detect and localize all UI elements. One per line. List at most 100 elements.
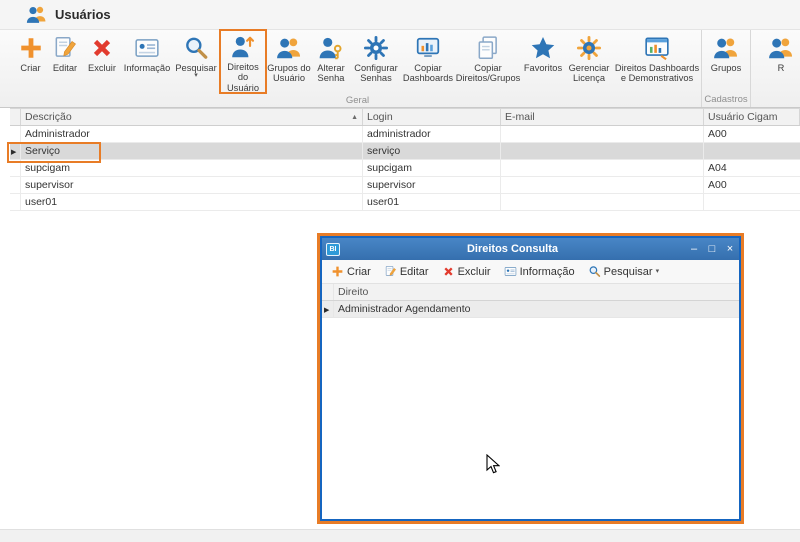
sort-asc-icon: ▲ (351, 113, 358, 121)
configurar-senhas-button[interactable]: Configurar Senhas (351, 30, 401, 93)
favoritos-button[interactable]: Favoritos (521, 30, 565, 93)
dialog-criar-label: Criar (347, 265, 371, 278)
cell-descricao[interactable]: supervisor (21, 177, 363, 193)
dialog-criar-button[interactable]: Criar (331, 265, 371, 278)
cell-descricao[interactable]: supcigam (21, 160, 363, 176)
table-header-row: Descrição ▲ Login E-mail Usuário Cigam (10, 108, 800, 126)
cell-descricao[interactable]: user01 (21, 194, 363, 210)
cell-login[interactable]: serviço (363, 143, 501, 159)
ribbon-group-cadastros: Grupos Cadastros (702, 30, 751, 107)
copy-pages-icon (475, 35, 501, 61)
row-selector: ▶ (10, 143, 21, 159)
dialog-excluir-button[interactable]: Excluir (442, 265, 491, 278)
excluir-button[interactable]: Excluir (83, 30, 121, 93)
partial-button[interactable]: R (751, 30, 800, 93)
cell-email[interactable] (501, 143, 704, 159)
cell-usuario-cigam[interactable]: A04 (704, 160, 800, 176)
cell-descricao[interactable]: Serviço (21, 143, 363, 159)
table-row[interactable]: supervisor supervisor A00 (10, 177, 800, 194)
cell-direito[interactable]: Administrador Agendamento (334, 301, 739, 317)
row-selector (10, 177, 21, 193)
row-selector-header (322, 284, 334, 300)
group-label-partial (751, 93, 800, 107)
table-row[interactable]: user01 user01 (10, 194, 800, 211)
maximize-icon[interactable]: □ (703, 239, 721, 260)
table-row[interactable]: supcigam supcigam A04 (10, 160, 800, 177)
dialog-pesquisar-label: Pesquisar (603, 265, 653, 278)
grupos-do-usuario-button[interactable]: Grupos do Usuário (267, 30, 311, 93)
direitos-dashboards-button[interactable]: Direitos Dashboards e Demonstrativos (613, 30, 701, 93)
dialog-toolbar: Criar Editar Excluir Informação Pesquisa… (322, 260, 739, 284)
direitos-consulta-dialog: BI Direitos Consulta – □ × Criar Editar (320, 236, 741, 521)
favoritos-label: Favoritos (523, 63, 563, 73)
cell-usuario-cigam[interactable]: A00 (704, 126, 800, 142)
dialog-excluir-label: Excluir (457, 265, 491, 278)
cell-email[interactable] (501, 126, 704, 142)
row-selector: ▶ (322, 301, 334, 317)
pesquisar-button[interactable]: Pesquisar ▾ (173, 30, 219, 93)
cell-login[interactable]: supcigam (363, 160, 501, 176)
row-selector (10, 194, 21, 210)
row-selector (10, 160, 21, 176)
column-header-email[interactable]: E-mail (501, 109, 704, 125)
grupos-button[interactable]: Grupos (702, 30, 750, 93)
table-row[interactable]: Administrador administrador A00 (10, 126, 800, 143)
column-header-direito[interactable]: Direito (334, 284, 739, 300)
cell-usuario-cigam[interactable] (704, 143, 800, 159)
bottom-strip (0, 529, 800, 542)
descricao-header-label: Descrição (25, 111, 72, 123)
cell-login[interactable]: administrador (363, 126, 501, 142)
criar-button[interactable]: Criar (14, 30, 47, 93)
cell-login[interactable]: supervisor (363, 177, 501, 193)
cell-email[interactable] (501, 160, 704, 176)
close-icon[interactable]: × (721, 239, 739, 260)
chevron-down-icon[interactable]: ▾ (194, 72, 198, 79)
users-table: Descrição ▲ Login E-mail Usuário Cigam A… (10, 108, 800, 211)
minimize-icon[interactable]: – (685, 239, 703, 260)
excluir-label: Excluir (88, 63, 116, 73)
cell-descricao[interactable]: Administrador (21, 126, 363, 142)
cell-login[interactable]: user01 (363, 194, 501, 210)
dialog-pesquisar-button[interactable]: Pesquisar ▾ (588, 265, 659, 278)
informacao-button[interactable]: Informação (121, 30, 173, 93)
copiar-direitos-grupos-button[interactable]: Copiar Direitos/Grupos (455, 30, 521, 93)
gerenciar-licenca-label: Gerenciar Licença (568, 63, 610, 84)
row-selector-header (10, 109, 21, 125)
column-header-usuario-cigam[interactable]: Usuário Cigam (704, 109, 800, 125)
delete-x-icon (89, 35, 115, 61)
row-marker-icon: ▶ (324, 307, 330, 314)
copiar-dashboards-button[interactable]: Copiar Dashboards (401, 30, 455, 93)
row-selector (10, 126, 21, 142)
column-header-login[interactable]: Login (363, 109, 501, 125)
table-row-selected[interactable]: ▶ Serviço serviço (10, 143, 800, 160)
page-title: Usuários (55, 7, 111, 22)
direitos-dashboards-label: Direitos Dashboards e Demonstrativos (614, 63, 700, 84)
row-marker-icon: ▶ (11, 149, 17, 156)
cell-usuario-cigam[interactable] (704, 194, 800, 210)
plus-icon (18, 35, 44, 61)
direitos-do-usuario-button[interactable]: Direitos do Usuário (219, 29, 267, 94)
cell-email[interactable] (501, 177, 704, 193)
alterar-senha-button[interactable]: Alterar Senha (311, 30, 351, 93)
dialog-editar-button[interactable]: Editar (384, 265, 429, 278)
alterar-senha-label: Alterar Senha (317, 63, 345, 84)
page-header: Usuários (0, 0, 800, 30)
edit-icon (384, 265, 397, 278)
dialog-informacao-button[interactable]: Informação (504, 265, 575, 278)
dialog-table-row-selected[interactable]: ▶ Administrador Agendamento (322, 301, 739, 318)
dialog-titlebar[interactable]: BI Direitos Consulta – □ × (322, 238, 739, 260)
info-card-icon (134, 35, 160, 61)
partial-label: R (777, 63, 785, 73)
cell-email[interactable] (501, 194, 704, 210)
ribbon-group-partial: R (751, 30, 800, 107)
star-icon (530, 35, 556, 61)
users-icon (26, 4, 47, 25)
editar-button[interactable]: Editar (47, 30, 83, 93)
column-header-descricao[interactable]: Descrição ▲ (21, 109, 363, 125)
gerenciar-licenca-button[interactable]: Gerenciar Licença (565, 30, 613, 93)
cell-usuario-cigam[interactable]: A00 (704, 177, 800, 193)
chevron-down-icon[interactable]: ▾ (656, 268, 660, 275)
dialog-empty-area (322, 318, 739, 519)
info-card-icon (504, 265, 517, 278)
copiar-direitos-grupos-label: Copiar Direitos/Grupos (455, 63, 521, 84)
